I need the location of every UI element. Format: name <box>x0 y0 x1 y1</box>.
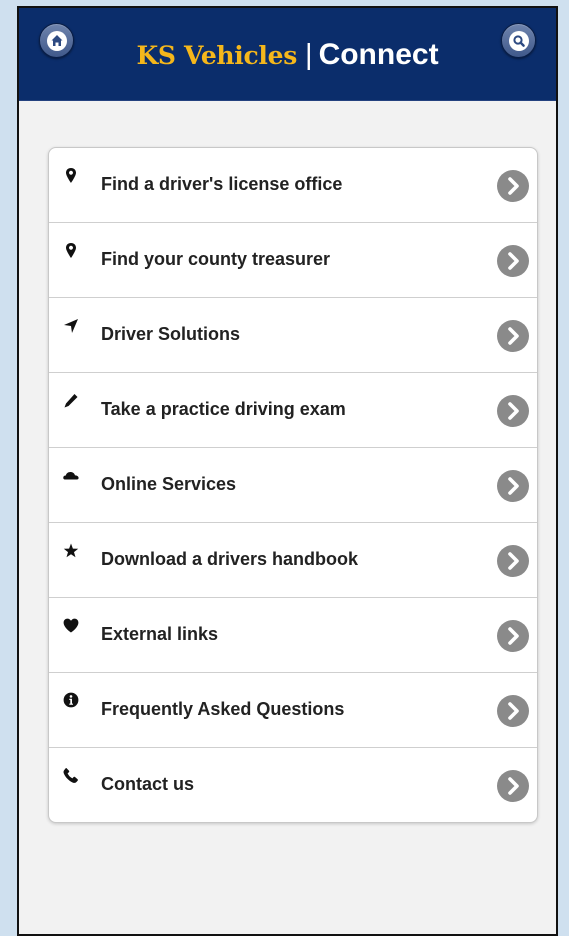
menu-item-external-links[interactable]: External links <box>49 598 537 673</box>
map-marker-icon <box>66 168 76 183</box>
chevron-right-icon <box>497 470 529 502</box>
menu-item-drivers-handbook[interactable]: Download a drivers handbook <box>49 523 537 598</box>
chevron-right-icon <box>497 395 529 427</box>
menu-item-contact-us[interactable]: Contact us <box>49 748 537 822</box>
menu-item-label: Online Services <box>101 474 237 494</box>
menu-item-label: Download a drivers handbook <box>101 549 359 569</box>
heart-icon <box>63 618 79 633</box>
title-separator: | <box>305 39 313 71</box>
menu-item-label: Frequently Asked Questions <box>101 699 345 719</box>
header-bar: KS Vehicles | Connect <box>19 8 556 101</box>
cloud-icon <box>63 471 79 480</box>
menu-item-label: External links <box>101 624 219 644</box>
menu-item-find-license-office[interactable]: Find a driver's license office <box>49 148 537 223</box>
search-button[interactable] <box>501 23 536 58</box>
main-menu: Find a driver's license office Find your… <box>48 147 538 823</box>
menu-item-faq[interactable]: Frequently Asked Questions <box>49 673 537 748</box>
menu-item-label: Contact us <box>101 774 195 794</box>
menu-item-driver-solutions[interactable]: Driver Solutions <box>49 298 537 373</box>
location-arrow-icon <box>64 319 78 333</box>
menu-item-label: Driver Solutions <box>101 324 241 344</box>
info-icon <box>63 692 79 708</box>
menu-item-find-county-treasurer[interactable]: Find your county treasurer <box>49 223 537 298</box>
menu-item-online-services[interactable]: Online Services <box>49 448 537 523</box>
map-marker-icon <box>66 243 76 258</box>
menu-item-label: Find your county treasurer <box>101 249 331 269</box>
brand-name: KS Vehicles <box>136 41 298 70</box>
menu-item-label: Take a practice driving exam <box>101 399 346 419</box>
chevron-right-icon <box>497 770 529 802</box>
menu-item-label: Find a driver's license office <box>101 174 343 194</box>
app-subtitle: Connect <box>318 38 439 71</box>
chevron-right-icon <box>497 170 529 202</box>
menu-item-practice-exam[interactable]: Take a practice driving exam <box>49 373 537 448</box>
star-icon <box>63 543 79 558</box>
app-screen: KS Vehicles | Connect Find a driver's lice… <box>17 6 558 936</box>
search-icon <box>508 30 529 51</box>
pencil-icon <box>64 394 78 408</box>
chevron-right-icon <box>497 320 529 352</box>
app-title: KS Vehicles | Connect <box>19 38 556 73</box>
chevron-right-icon <box>497 695 529 727</box>
phone-icon <box>63 768 78 783</box>
chevron-right-icon <box>497 620 529 652</box>
chevron-right-icon <box>497 545 529 577</box>
chevron-right-icon <box>497 245 529 277</box>
